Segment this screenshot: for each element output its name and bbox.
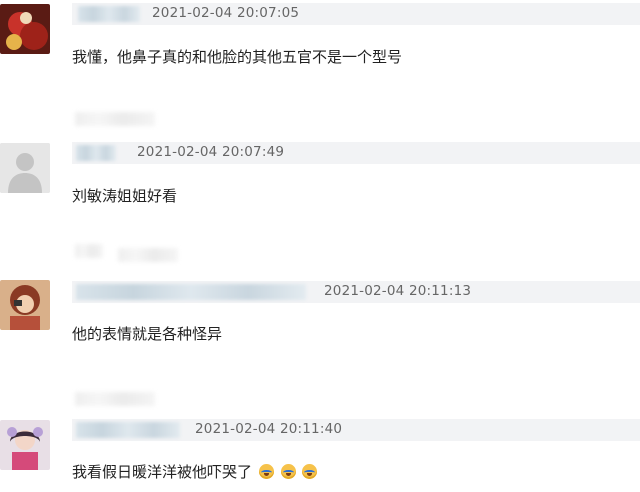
avatar[interactable] xyxy=(0,280,50,330)
avatar[interactable] xyxy=(0,420,50,470)
avatar[interactable] xyxy=(0,143,50,193)
comment-text: 我懂，他鼻子真的和他脸的其他五官不是一个型号 xyxy=(72,48,403,66)
crying-face-icon xyxy=(258,464,274,479)
timestamp: 2021-02-04 20:07:05 xyxy=(152,5,300,21)
comment-text-body: 我看假日暖洋洋被他吓哭了 xyxy=(72,463,253,481)
username-blurred[interactable] xyxy=(78,6,140,22)
blurred-reply-line xyxy=(75,392,155,406)
username-blurred[interactable] xyxy=(76,145,116,161)
comment-text: 我看假日暖洋洋被他吓哭了 xyxy=(72,461,318,482)
timestamp: 2021-02-04 20:11:13 xyxy=(324,283,472,299)
comment-header: 2021-02-04 20:11:40 xyxy=(72,419,640,441)
avatar[interactable] xyxy=(0,4,50,54)
username-blurred[interactable] xyxy=(76,284,306,300)
comment-header: 2021-02-04 20:11:13 xyxy=(72,281,640,303)
timestamp: 2021-02-04 20:07:49 xyxy=(137,144,285,160)
crying-face-icon xyxy=(302,464,318,479)
username-blurred[interactable] xyxy=(76,422,180,438)
blurred-reply-line xyxy=(118,248,178,262)
timestamp: 2021-02-04 20:11:40 xyxy=(195,421,343,437)
comment-text: 他的表情就是各种怪异 xyxy=(72,325,223,343)
comment-header: 2021-02-04 20:07:05 xyxy=(72,3,640,25)
comment-text: 刘敏涛姐姐好看 xyxy=(72,187,178,205)
blurred-reply-line xyxy=(75,244,103,258)
blurred-reply-line xyxy=(75,112,155,126)
comment-header: 2021-02-04 20:07:49 xyxy=(72,142,640,164)
crying-face-icon xyxy=(280,464,296,479)
